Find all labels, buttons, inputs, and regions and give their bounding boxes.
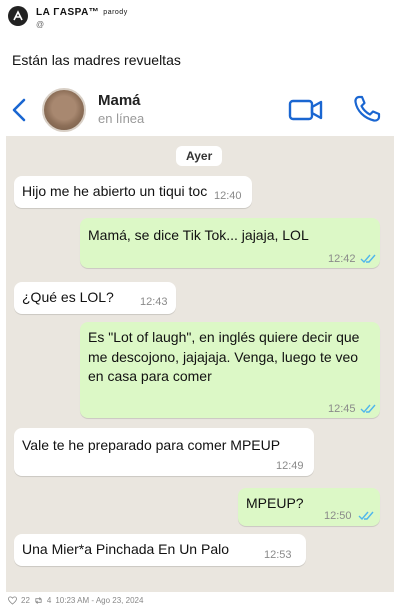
brand-name: LA ΓASPA™ — [36, 7, 100, 18]
double-check-icon — [360, 404, 376, 414]
day-label: Ayer — [176, 146, 223, 166]
message-time: 12:40 — [214, 190, 242, 202]
post-footer: 22 4 10:23 AM - Ago 23, 2024 — [8, 596, 143, 605]
retweet-icon[interactable] — [34, 596, 43, 605]
back-arrow-icon[interactable] — [8, 96, 32, 124]
phone-call-icon[interactable] — [352, 94, 382, 124]
post-caption: Están las madres revueltas — [12, 52, 181, 68]
contact-avatar[interactable] — [42, 88, 86, 132]
rasp-logo-icon[interactable] — [8, 6, 28, 26]
message-text: Hijo me he abierto un tiqui toc — [22, 183, 208, 199]
message-bubble[interactable]: ¿Qué es LOL? 12:43 — [14, 282, 176, 314]
post-date: 10:23 AM - Ago 23, 2024 — [55, 596, 144, 605]
message-bubble[interactable]: Vale te he preparado para comer MPEUP 12… — [14, 428, 314, 476]
message-text: Una Mier*a Pinchada En Un Palo — [22, 541, 230, 557]
message-text: Es "Lot of laugh", en inglés quiere deci… — [88, 329, 360, 385]
message-bubble[interactable]: Es "Lot of laugh", en inglés quiere deci… — [80, 322, 380, 418]
post-header: LA ΓASPA™ parody @ — [0, 0, 400, 44]
message-time: 12:50 — [324, 510, 352, 522]
chat-screenshot: Mamá en línea Ayer Hijo me he abierto un… — [6, 84, 394, 592]
message-time: 12:43 — [140, 296, 168, 308]
message-time: 12:45 — [328, 403, 356, 415]
message-time: 12:49 — [276, 460, 304, 472]
message-time: 12:42 — [328, 253, 356, 265]
double-check-icon — [360, 254, 376, 264]
contact-name[interactable]: Mamá — [98, 92, 141, 109]
message-text: Mamá, se dice Tik Tok... jajaja, LOL — [88, 227, 309, 243]
double-check-icon — [358, 511, 374, 521]
message-bubble[interactable]: Hijo me he abierto un tiqui toc 12:40 — [14, 176, 252, 208]
post-handle[interactable]: @ — [36, 20, 44, 29]
likes-count: 22 — [21, 596, 30, 605]
brand-tag: parody — [103, 8, 128, 16]
contact-status: en línea — [98, 111, 145, 126]
message-time: 12:53 — [264, 549, 292, 561]
message-bubble[interactable]: Una Mier*a Pinchada En Un Palo 12:53 — [14, 534, 306, 566]
message-text: Vale te he preparado para comer MPEUP — [22, 437, 281, 453]
message-text: ¿Qué es LOL? — [22, 289, 114, 305]
post-brand[interactable]: LA ΓASPA™ parody — [36, 7, 128, 18]
chat-top-bar: Mamá en línea — [6, 84, 394, 136]
retweets-count: 4 — [46, 596, 52, 605]
message-bubble[interactable]: MPEUP? 12:50 — [238, 488, 380, 526]
message-bubble[interactable]: Mamá, se dice Tik Tok... jajaja, LOL 12:… — [80, 218, 380, 268]
message-text: MPEUP? — [246, 495, 304, 511]
video-call-icon[interactable] — [288, 96, 324, 124]
heart-icon[interactable] — [8, 596, 17, 605]
